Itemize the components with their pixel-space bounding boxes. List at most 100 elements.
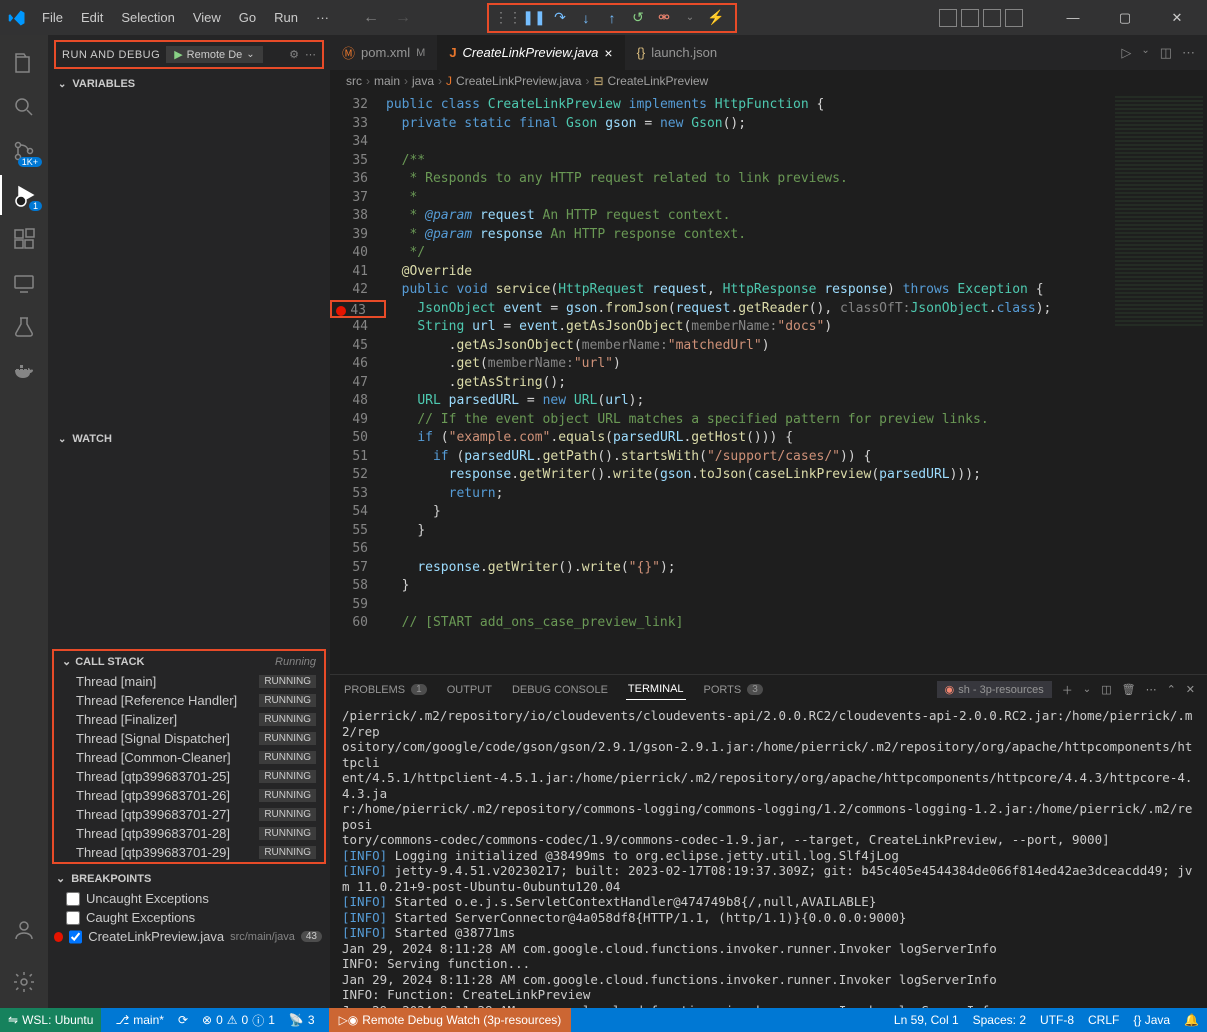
info-icon: ⓘ [252, 1012, 264, 1029]
tab-problems[interactable]: PROBLEMS1 [342, 680, 429, 700]
thread-row[interactable]: Thread [qtp399683701-29]RUNNING [54, 843, 324, 862]
breakpoint-line-43[interactable]: 43 [330, 300, 386, 319]
sync-button[interactable]: ⟳ [178, 1013, 188, 1027]
thread-row[interactable]: Thread [main]RUNNING [54, 672, 324, 691]
checkbox[interactable] [66, 911, 80, 925]
chevron-down-icon[interactable]: ⌄ [1141, 45, 1149, 61]
layout-custom-icon[interactable] [1005, 9, 1023, 27]
tab-debug-console[interactable]: DEBUG CONSOLE [510, 680, 610, 700]
hot-reload-icon[interactable]: ⚡ [705, 7, 727, 29]
code-content[interactable]: public class CreateLinkPreview implement… [386, 92, 1051, 674]
breakpoints-header[interactable]: ⌄ BREAKPOINTS [48, 868, 330, 889]
breakpoint-caught[interactable]: Caught Exceptions [48, 908, 330, 927]
maximize-button[interactable]: ▢ [1103, 3, 1147, 33]
step-out-icon[interactable]: ↑ [601, 7, 623, 29]
split-editor-icon[interactable]: ◫ [1160, 45, 1172, 61]
step-over-icon[interactable]: ↷ [549, 7, 571, 29]
layout-right-icon[interactable] [983, 9, 1001, 27]
close-button[interactable]: ✕ [1155, 3, 1199, 33]
menu-file[interactable]: File [34, 6, 71, 29]
terminal-shell-picker[interactable]: ◉ sh - 3p-resources [937, 681, 1052, 698]
watch-header[interactable]: ⌄ WATCH [48, 429, 330, 449]
terminal-body[interactable]: /pierrick/.m2/repository/io/cloudevents/… [330, 704, 1207, 1008]
callstack-header[interactable]: ⌄ CALL STACK Running [54, 651, 324, 672]
tab-terminal[interactable]: TERMINAL [626, 679, 686, 700]
docker-icon[interactable] [0, 351, 48, 391]
more-icon[interactable]: ⋯ [1146, 683, 1157, 696]
new-terminal-icon[interactable]: ＋ [1062, 682, 1073, 698]
tab-createlinkpreview[interactable]: J CreateLinkPreview.java × [437, 35, 624, 70]
checkbox[interactable] [69, 930, 82, 944]
menu-go[interactable]: Go [231, 6, 264, 29]
run-file-icon[interactable]: ▷ [1121, 45, 1131, 61]
debug-config-dropdown[interactable]: ▶ Remote De ⌄ [166, 46, 263, 63]
layout-left-icon[interactable] [939, 9, 957, 27]
tab-pom[interactable]: Ⓜ pom.xml M [330, 35, 437, 70]
split-terminal-icon[interactable]: ◫ [1101, 683, 1111, 696]
remote-indicator[interactable]: ⇋ WSL: Ubuntu [0, 1008, 101, 1032]
encoding[interactable]: UTF-8 [1040, 1013, 1074, 1027]
menu-view[interactable]: View [185, 6, 229, 29]
checkbox[interactable] [66, 892, 80, 906]
extensions-icon[interactable] [0, 219, 48, 259]
remote-explorer-icon[interactable] [0, 263, 48, 303]
pause-icon[interactable]: ❚❚ [523, 7, 545, 29]
minimize-button[interactable]: — [1051, 3, 1095, 33]
eol[interactable]: CRLF [1088, 1013, 1119, 1027]
layout-bottom-icon[interactable] [961, 9, 979, 27]
restart-icon[interactable]: ↺ [627, 7, 649, 29]
run-debug-icon[interactable]: 1 [0, 175, 48, 215]
tab-output[interactable]: OUTPUT [445, 680, 494, 700]
thread-row[interactable]: Thread [qtp399683701-26]RUNNING [54, 786, 324, 805]
thread-row[interactable]: Thread [qtp399683701-27]RUNNING [54, 805, 324, 824]
breadcrumb[interactable]: src› main› java› J CreateLinkPreview.jav… [330, 70, 1207, 92]
thread-row[interactable]: Thread [qtp399683701-25]RUNNING [54, 767, 324, 786]
menu-selection[interactable]: Selection [113, 6, 182, 29]
menu-edit[interactable]: Edit [73, 6, 111, 29]
thread-row[interactable]: Thread [qtp399683701-28]RUNNING [54, 824, 324, 843]
breakpoint-file[interactable]: CreateLinkPreview.java src/main/java 43 [48, 927, 330, 946]
variables-header[interactable]: ⌄ VARIABLES [48, 74, 330, 94]
chevron-down-icon[interactable]: ⌄ [1083, 684, 1091, 695]
more-icon[interactable]: ⋯ [1182, 45, 1195, 61]
minimap[interactable] [1111, 92, 1207, 674]
tab-ports[interactable]: PORTS3 [702, 680, 765, 700]
thread-row[interactable]: Thread [Reference Handler]RUNNING [54, 691, 324, 710]
step-into-icon[interactable]: ↓ [575, 7, 597, 29]
chevron-up-icon[interactable]: ⌃ [1167, 683, 1176, 696]
drag-handle-icon[interactable]: ⋮⋮ [497, 7, 519, 29]
breakpoint-uncaught[interactable]: Uncaught Exceptions [48, 889, 330, 908]
debug-status[interactable]: ▷◉ Remote Debug Watch (3p-resources) [329, 1008, 572, 1032]
search-icon[interactable] [0, 87, 48, 127]
start-debug-icon[interactable]: ▶ [174, 48, 182, 61]
cursor-position[interactable]: Ln 59, Col 1 [894, 1013, 959, 1027]
menu-more[interactable]: ··· [308, 6, 337, 29]
tab-launchjson[interactable]: {} launch.json [625, 35, 729, 70]
menu-run[interactable]: Run [266, 6, 306, 29]
close-tab-icon[interactable]: × [604, 45, 612, 61]
run-debug-label: RUN AND DEBUG [62, 49, 160, 61]
ports-status[interactable]: 📡3 [289, 1013, 315, 1027]
language-mode[interactable]: {} Java [1133, 1013, 1170, 1027]
line-gutter[interactable]: 3233343536373839404142434445464748495051… [330, 92, 386, 674]
settings-gear-icon[interactable] [0, 962, 48, 1002]
thread-row[interactable]: Thread [Common-Cleaner]RUNNING [54, 748, 324, 767]
indentation[interactable]: Spaces: 2 [973, 1013, 1026, 1027]
thread-row[interactable]: Thread [Finalizer]RUNNING [54, 710, 324, 729]
explorer-icon[interactable] [0, 43, 48, 83]
chevron-down-icon[interactable]: ⌄ [679, 7, 701, 29]
testing-icon[interactable] [0, 307, 48, 347]
source-control-icon[interactable]: 1K+ [0, 131, 48, 171]
kill-terminal-icon[interactable]: 🗑 [1122, 683, 1136, 696]
notifications-icon[interactable]: 🔔 [1184, 1013, 1199, 1027]
nav-back-icon[interactable]: ← [359, 7, 383, 29]
problems-status[interactable]: ⊗0 ⚠0 ⓘ1 [202, 1012, 275, 1029]
code-editor[interactable]: 3233343536373839404142434445464748495051… [330, 92, 1207, 674]
close-panel-icon[interactable]: ✕ [1186, 683, 1195, 696]
accounts-icon[interactable] [0, 910, 48, 950]
git-branch[interactable]: ⎇main* [115, 1013, 164, 1027]
debug-settings-icon[interactable]: ⚙ [289, 48, 299, 61]
more-icon[interactable]: ⋯ [305, 48, 316, 61]
thread-row[interactable]: Thread [Signal Dispatcher]RUNNING [54, 729, 324, 748]
disconnect-icon[interactable]: ⚮ [653, 7, 675, 29]
